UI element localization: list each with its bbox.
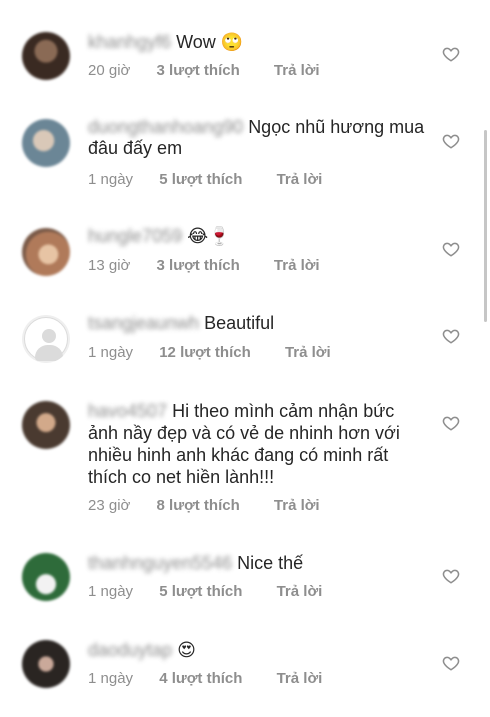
comment-text-block: hungle7059 😂🍷 (88, 226, 428, 247)
username[interactable]: duongthanhoang90 (88, 117, 243, 137)
comment-meta: 1 ngày 12 lượt thích Trả lời (88, 344, 331, 362)
avatar[interactable] (22, 553, 70, 601)
likes-count[interactable]: 5 lượt thích (159, 171, 242, 189)
avatar[interactable] (22, 315, 70, 363)
likes-count[interactable]: 3 lượt thích (157, 257, 240, 275)
username[interactable]: thanhnguyen5546 (88, 553, 232, 573)
scrollbar[interactable] (484, 130, 487, 322)
avatar[interactable] (22, 119, 70, 167)
heart-icon[interactable] (442, 132, 460, 150)
heart-icon[interactable] (442, 45, 460, 63)
avatar[interactable] (22, 32, 70, 80)
comment-text: 😍 (177, 640, 196, 660)
default-avatar-icon (24, 317, 68, 361)
comment-time: 1 ngày (88, 670, 134, 687)
comment-list: khanhgyf6 Wow 🙄 20 giờ 3 lượt thích Trả … (0, 0, 490, 717)
comment-text-block: duongthanhoang90 Ngọc nhũ hương mua đâu … (88, 117, 428, 159)
comment-meta: 20 giờ 3 lượt thích Trả lời (88, 62, 320, 80)
reply-button[interactable]: Trả lời (277, 171, 323, 189)
likes-count[interactable]: 4 lượt thích (159, 670, 242, 688)
reply-button[interactable]: Trả lời (274, 257, 320, 275)
avatar[interactable] (22, 640, 70, 688)
avatar[interactable] (22, 401, 70, 449)
heart-icon[interactable] (442, 654, 460, 672)
heart-icon[interactable] (442, 414, 460, 432)
heart-icon[interactable] (442, 240, 460, 258)
comment-text: Wow 🙄 (176, 32, 244, 52)
comment-text-block: thanhnguyen5546 Nice thế (88, 553, 428, 574)
comment-time: 1 ngày (88, 344, 134, 361)
comment-text-block: khanhgyf6 Wow 🙄 (88, 32, 428, 53)
heart-icon[interactable] (442, 567, 460, 585)
likes-count[interactable]: 12 lượt thích (159, 344, 251, 362)
comment-meta: 1 ngày 5 lượt thích Trả lời (88, 171, 322, 189)
comment-meta: 23 giờ 8 lượt thích Trả lời (88, 497, 320, 515)
reply-button[interactable]: Trả lời (277, 583, 323, 601)
likes-count[interactable]: 8 lượt thích (157, 497, 240, 515)
comment-text: Beautiful (204, 313, 275, 333)
heart-icon[interactable] (442, 327, 460, 345)
likes-count[interactable]: 3 lượt thích (157, 62, 240, 80)
reply-button[interactable]: Trả lời (274, 497, 320, 515)
username[interactable]: havo4507 (88, 401, 167, 421)
comment-time: 23 giờ (88, 497, 131, 514)
comment-time: 1 ngày (88, 171, 134, 188)
reply-button[interactable]: Trả lời (274, 62, 320, 80)
username[interactable]: khanhgyf6 (88, 32, 171, 52)
comment-time: 13 giờ (88, 257, 131, 274)
comment-time: 1 ngày (88, 583, 134, 600)
comment-meta: 13 giờ 3 lượt thích Trả lời (88, 257, 320, 275)
avatar[interactable] (22, 228, 70, 276)
reply-button[interactable]: Trả lời (277, 670, 323, 688)
comment-text-block: havo4507 Hi theo mình cảm nhận bức ảnh n… (88, 400, 428, 488)
reply-button[interactable]: Trả lời (285, 344, 331, 362)
comment-meta: 1 ngày 4 lượt thích Trả lời (88, 670, 322, 688)
comment-text: 😂🍷 (187, 226, 231, 246)
comment-text: Nice thế (237, 553, 304, 573)
comment-text-block: tsangjeaunwh Beautiful (88, 313, 428, 334)
comment-time: 20 giờ (88, 62, 131, 79)
username[interactable]: daoduytap (88, 640, 172, 660)
username[interactable]: tsangjeaunwh (88, 313, 199, 333)
likes-count[interactable]: 5 lượt thích (159, 583, 242, 601)
comment-meta: 1 ngày 5 lượt thích Trả lời (88, 583, 322, 601)
username[interactable]: hungle7059 (88, 226, 182, 246)
comment-text-block: daoduytap 😍 (88, 640, 428, 661)
